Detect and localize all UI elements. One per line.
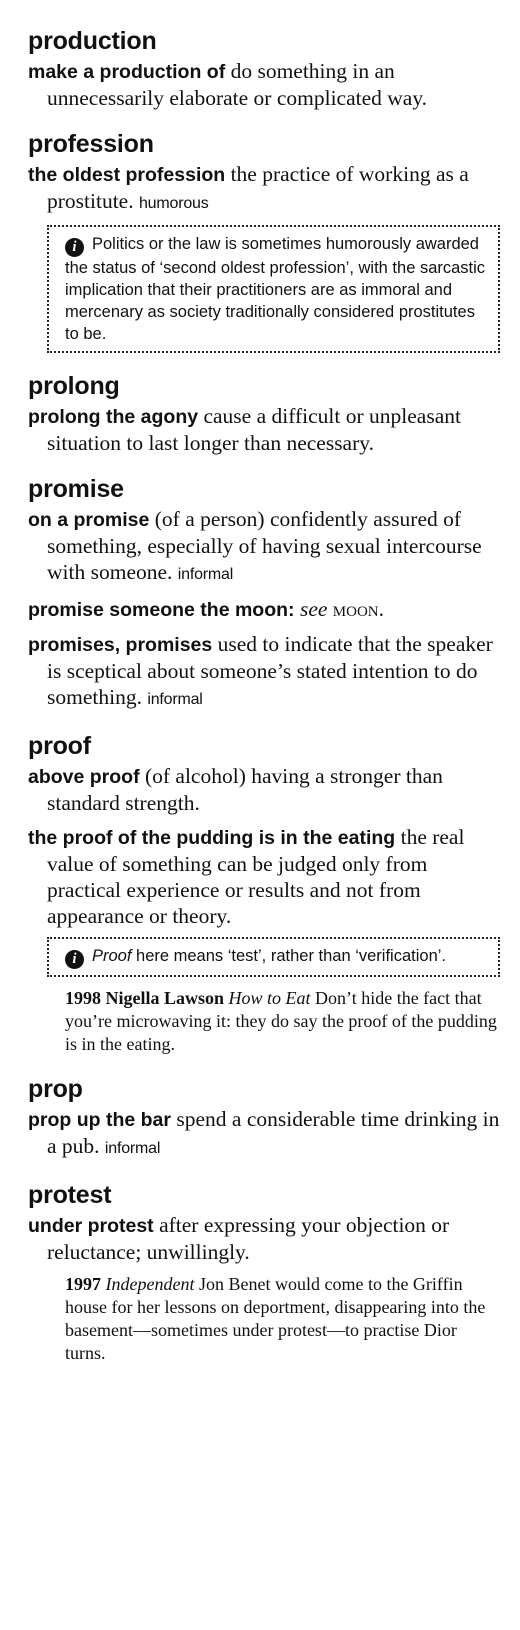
- headword: proof: [28, 732, 91, 760]
- entry-profession: profession the oldest profession the pra…: [28, 129, 500, 353]
- info-icon: i: [65, 950, 84, 969]
- usage-label: humorous: [138, 195, 209, 212]
- headword: production: [28, 27, 157, 55]
- headword: prop: [28, 1075, 83, 1103]
- usage-label: informal: [177, 566, 234, 583]
- citation-quote: 1997 Independent Jon Benet would come to…: [65, 1273, 500, 1365]
- quote-title: How to Eat: [228, 988, 311, 1008]
- idiom: make a production of do something in an …: [28, 58, 500, 111]
- idiom-phrase: the oldest profession: [28, 164, 226, 186]
- entry-prop: prop prop up the bar spend a considerabl…: [28, 1074, 500, 1162]
- idiom-phrase: under protest: [28, 1215, 154, 1237]
- idiom: on a promise (of a person) confidently a…: [28, 506, 500, 588]
- idiom: prolong the agony cause a difficult or u…: [28, 403, 500, 456]
- usage-label: informal: [147, 691, 203, 708]
- entry-promise: promise on a promise (of a person) confi…: [28, 474, 500, 713]
- info-icon: i: [65, 238, 84, 257]
- idiom: prop up the bar spend a considerable tim…: [28, 1106, 500, 1162]
- entry-prolong: prolong prolong the agony cause a diffic…: [28, 371, 500, 456]
- idiom-phrase: prolong the agony: [28, 406, 199, 428]
- note-text: Politics or the law is sometimes humorou…: [65, 235, 486, 343]
- quote-year: 1998: [65, 988, 101, 1008]
- idiom-phrase: promise someone the moon: [28, 599, 289, 621]
- idiom-phrase: prop up the bar: [28, 1109, 171, 1131]
- idiom: promise someone the moon: see moon.: [28, 596, 500, 623]
- cross-reference-link[interactable]: moon.: [333, 597, 384, 621]
- usage-label: informal: [104, 1140, 161, 1157]
- idiom-phrase: above proof: [28, 766, 140, 788]
- idiom: above proof (of alcohol) having a strong…: [28, 763, 500, 816]
- idiom: under protest after expressing your obje…: [28, 1212, 500, 1265]
- idiom-phrase: on a promise: [28, 509, 150, 531]
- cross-reference-see: see: [299, 597, 328, 621]
- entry-proof: proof above proof (of alcohol) having a …: [28, 731, 500, 1056]
- note-emphasis: Proof: [92, 947, 132, 965]
- headword: promise: [28, 475, 124, 503]
- quote-year: 1997: [65, 1274, 101, 1294]
- info-note: i Politics or the law is sometimes humoro…: [47, 225, 500, 353]
- headword: profession: [28, 130, 154, 158]
- idiom: promises, promises used to indicate that…: [28, 631, 500, 713]
- entry-production: production make a production of do somet…: [28, 26, 500, 111]
- idiom: the proof of the pudding is in the eatin…: [28, 824, 500, 929]
- idiom: the oldest profession the practice of wo…: [28, 161, 500, 217]
- headword: prolong: [28, 372, 120, 400]
- idiom-phrase: promises, promises: [28, 634, 213, 656]
- idiom-phrase: the proof of the pudding is in the eatin…: [28, 827, 396, 849]
- note-text: here means ‘test’, rather than ‘verifica…: [131, 947, 447, 965]
- entry-protest: protest under protest after expressing y…: [28, 1180, 500, 1365]
- idiom-colon: :: [288, 599, 300, 621]
- quote-title: Independent: [101, 1274, 195, 1294]
- info-note: i Proof here means ‘test’, rather than ‘v…: [47, 937, 500, 977]
- idiom-phrase: make a production of: [28, 61, 226, 83]
- headword: protest: [28, 1181, 112, 1209]
- dictionary-page: production make a production of do somet…: [0, 0, 520, 1365]
- citation-quote: 1998 Nigella Lawson How to Eat Don’t hid…: [65, 987, 500, 1056]
- quote-author: Nigella Lawson: [101, 988, 229, 1008]
